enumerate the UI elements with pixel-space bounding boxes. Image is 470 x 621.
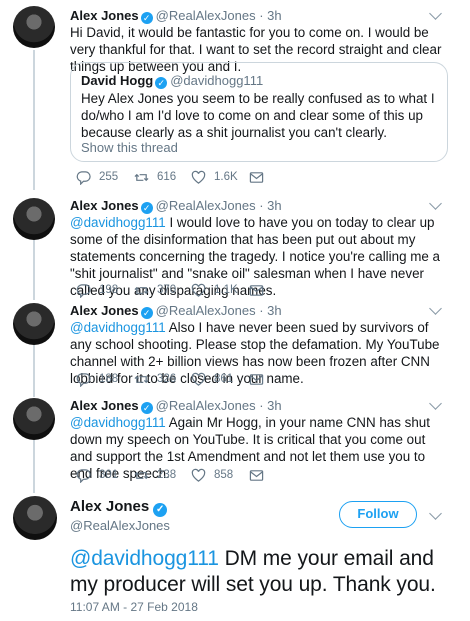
retweet-count: 238 — [157, 469, 177, 481]
heart-icon — [191, 283, 206, 297]
retweet-count: 370 — [157, 284, 177, 296]
dm-button[interactable] — [249, 467, 264, 483]
chevron-down-icon[interactable] — [429, 7, 442, 20]
dm-button[interactable] — [249, 282, 264, 298]
retweet-icon — [134, 375, 149, 383]
heart-icon — [191, 170, 206, 184]
retweet-button[interactable]: 370 — [134, 282, 176, 298]
tweet-1[interactable]: Alex Jones ✓ @RealAlexJones · 3h Hi David,… — [0, 0, 470, 195]
envelope-icon — [249, 171, 264, 183]
retweet-button[interactable]: 326 — [134, 371, 176, 387]
mention-link[interactable]: @davidhogg111 — [70, 215, 166, 230]
author-name[interactable]: Alex Jones — [70, 398, 139, 413]
avatar[interactable] — [13, 303, 55, 345]
mention-link[interactable]: @davidhogg111 — [70, 547, 219, 570]
reply-icon — [76, 283, 91, 298]
envelope-icon — [249, 373, 264, 385]
reply-icon — [76, 372, 91, 387]
reply-button[interactable]: 198 — [76, 282, 118, 298]
verified-icon: ✓ — [140, 307, 153, 319]
mention-link[interactable]: @davidhogg111 — [70, 415, 166, 430]
retweet-icon — [134, 471, 149, 479]
retweet-count: 616 — [157, 171, 177, 183]
verified-icon: ✓ — [140, 12, 153, 24]
reply-button[interactable]: 188 — [76, 371, 118, 387]
reply-count: 301 — [99, 469, 119, 481]
tweet-header: Alex Jones ✓ @RealAlexJones · 3h — [70, 8, 282, 24]
chevron-down-icon[interactable] — [429, 197, 442, 210]
tweet-header: Alex Jones ✓ @RealAlexJones · 3h — [70, 198, 282, 214]
tweet-time[interactable]: · 3h — [259, 303, 281, 318]
quote-text: Hey Alex Jones you seem to be really con… — [81, 91, 435, 140]
envelope-icon — [249, 469, 264, 481]
like-button[interactable]: 858 — [191, 467, 233, 483]
tweet-time[interactable]: · 3h — [259, 198, 281, 213]
mention-link[interactable]: @davidhogg111 — [70, 320, 166, 335]
main-author-name-text: Alex Jones — [70, 498, 150, 515]
avatar[interactable] — [13, 198, 55, 240]
quote-author-handle: @davidhogg111 — [170, 73, 264, 88]
like-count: 858 — [214, 469, 234, 481]
heart-icon — [191, 468, 206, 482]
envelope-icon — [249, 284, 264, 296]
chevron-down-icon[interactable] — [429, 507, 442, 520]
avatar[interactable] — [13, 398, 55, 440]
show-thread-link[interactable]: Show this thread — [81, 140, 178, 155]
verified-icon: ✓ — [140, 402, 153, 414]
main-author-name[interactable]: Alex Jones ✓ — [70, 498, 170, 517]
author-handle[interactable]: @RealAlexJones — [156, 198, 256, 213]
retweet-button[interactable]: 616 — [134, 169, 176, 185]
heart-icon — [191, 372, 206, 386]
main-author-handle[interactable]: @RealAlexJones — [70, 518, 170, 533]
tweet-3[interactable]: Alex Jones ✓ @RealAlexJones · 3h @davidhog… — [0, 302, 470, 395]
author-handle[interactable]: @RealAlexJones — [156, 398, 256, 413]
tweet-header: Alex Jones ✓ @RealAlexJones · 3h — [70, 398, 282, 414]
tweet-2[interactable]: Alex Jones ✓ @RealAlexJones · 3h @davidhog… — [0, 195, 470, 300]
quote-author-name: David Hogg — [81, 73, 154, 88]
avatar[interactable] — [13, 6, 55, 48]
reply-count: 188 — [99, 373, 119, 385]
reply-icon — [76, 170, 91, 185]
retweet-icon — [134, 286, 149, 294]
like-button[interactable]: 1.1K — [191, 282, 238, 298]
author-handle[interactable]: @RealAlexJones — [156, 8, 256, 23]
verified-icon: ✓ — [140, 202, 153, 214]
chevron-down-icon[interactable] — [429, 302, 442, 315]
like-button[interactable]: 1.6K — [191, 169, 238, 185]
chevron-down-icon[interactable] — [429, 397, 442, 410]
tweet-4[interactable]: Alex Jones ✓ @RealAlexJones · 3h @davidhog… — [0, 397, 470, 490]
author-name[interactable]: Alex Jones — [70, 198, 139, 213]
like-count: 1.6K — [214, 171, 238, 183]
quoted-tweet[interactable]: David Hogg ✓ @davidhogg111 Hey Alex Jones … — [70, 62, 448, 162]
main-tweet-text: @davidhogg111 DM me your email and my pr… — [70, 546, 460, 598]
main-timestamp[interactable]: 11:07 AM - 27 Feb 2018 — [70, 600, 198, 614]
author-name[interactable]: Alex Jones — [70, 8, 139, 23]
quote-header: David Hogg ✓ @davidhogg111 — [81, 73, 263, 89]
reply-count: 255 — [99, 171, 119, 183]
retweet-button[interactable]: 238 — [134, 467, 176, 483]
like-button[interactable]: 861 — [191, 371, 233, 387]
dm-button[interactable] — [249, 371, 264, 387]
reply-button[interactable]: 301 — [76, 467, 118, 483]
verified-icon: ✓ — [155, 77, 168, 89]
verified-icon: ✓ — [153, 503, 168, 517]
author-name[interactable]: Alex Jones — [70, 303, 139, 318]
like-count: 861 — [214, 373, 234, 385]
avatar[interactable] — [13, 496, 57, 540]
reply-button[interactable]: 255 — [76, 169, 118, 185]
author-handle[interactable]: @RealAlexJones — [156, 303, 256, 318]
tweet-header: Alex Jones ✓ @RealAlexJones · 3h — [70, 303, 282, 319]
retweet-icon — [134, 173, 149, 181]
like-count: 1.1K — [214, 284, 238, 296]
reply-icon — [76, 468, 91, 483]
reply-count: 198 — [99, 284, 119, 296]
tweet-time[interactable]: · 3h — [259, 8, 281, 23]
dm-button[interactable] — [249, 169, 264, 185]
retweet-count: 326 — [157, 373, 177, 385]
follow-button[interactable]: Follow — [339, 501, 417, 528]
tweet-time[interactable]: · 3h — [259, 398, 281, 413]
